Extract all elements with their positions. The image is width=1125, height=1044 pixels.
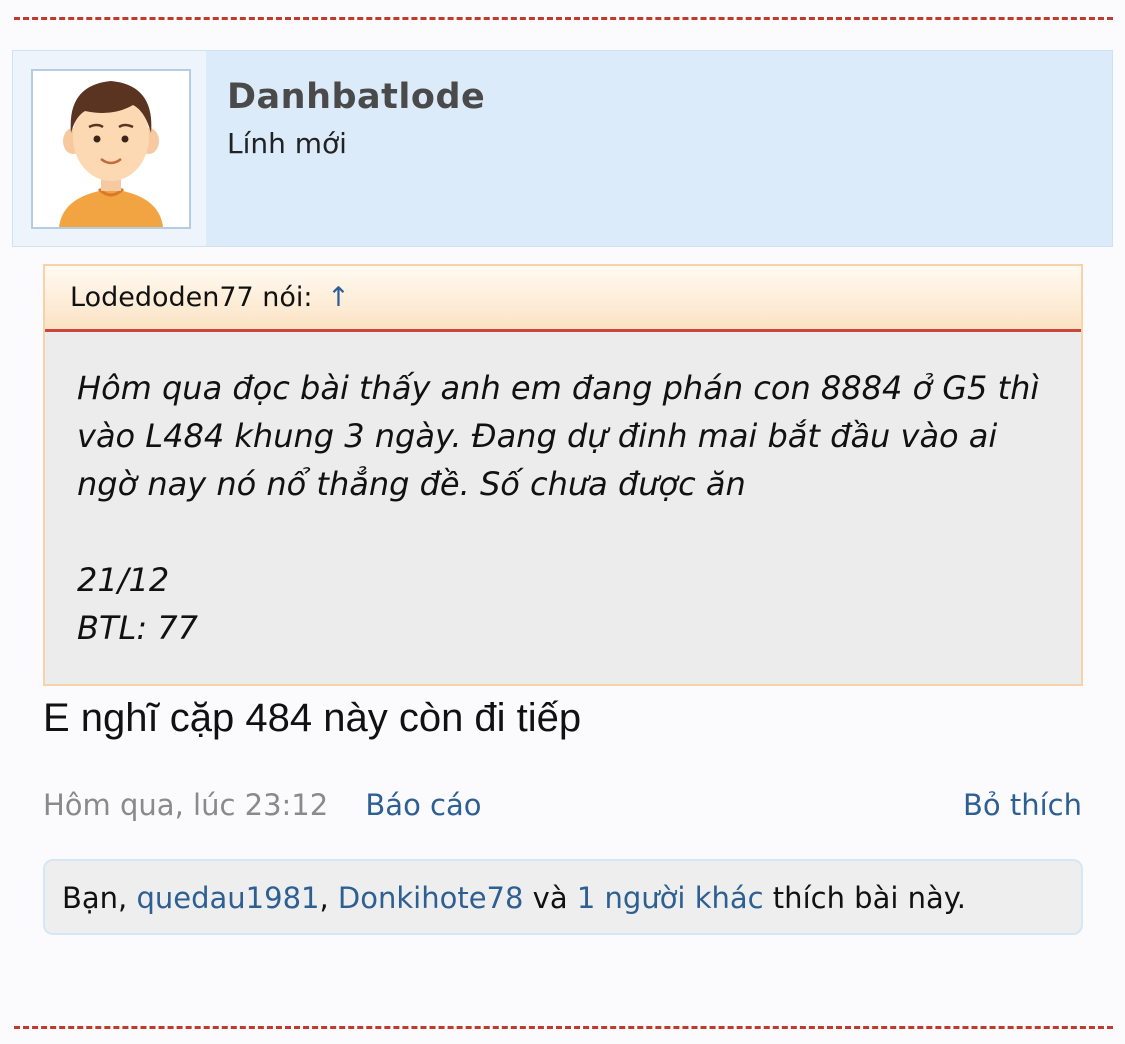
quote-date-line: 21/12 [77,561,170,599]
unlike-link[interactable]: Bỏ thích [963,788,1082,822]
quote-text-line: vào L484 khung 3 ngày. Đang dự đinh mai … [77,417,998,455]
post-divider-bottom [14,1026,1113,1029]
quote-author-label: Lodedoden77 nói: [70,282,313,313]
quote-spacer [77,508,1051,556]
quote-btl-line: BTL: 77 [77,609,198,647]
quote-author-line: Lodedoden77 nói: ↑ [70,282,350,313]
quote-header: Lodedoden77 nói: ↑ [45,266,1081,332]
post-timestamp[interactable]: Hôm qua, lúc 23:12 [43,788,328,822]
quote-text-line: ngờ nay nó nổ thẳng đề. Số chưa được ăn [77,465,746,503]
post-divider-top [14,17,1113,20]
likes-summary: Bạn, quedau1981, Donkihote78 và 1 người … [43,859,1083,935]
post-message: E nghĩ cặp 484 này còn đi tiếp [43,696,582,740]
post-meta-bar: Hôm qua, lúc 23:12 Báo cáo Bỏ thích [43,788,1082,828]
likes-separator: , [319,881,338,915]
quote-block: Lodedoden77 nói: ↑ Hôm qua đọc bài thấy … [43,264,1083,686]
avatar-panel [13,51,206,246]
liker-link-donkihote78[interactable]: Donkihote78 [338,881,524,915]
liker-link-quedau1981[interactable]: quedau1981 [136,881,319,915]
quote-jump-arrow-icon[interactable]: ↑ [327,282,350,313]
likes-suffix: thích bài này. [763,881,967,915]
avatar[interactable] [31,69,191,229]
user-header: Danhbatlode Lính mới [12,50,1113,247]
report-link[interactable]: Báo cáo [365,788,481,822]
likes-others-link[interactable]: 1 người khác [577,881,764,915]
likes-and: và [523,881,577,915]
username-link[interactable]: Danhbatlode [227,77,485,117]
default-male-avatar-icon [59,81,163,227]
likes-prefix: Bạn, [62,881,137,915]
quote-body: Hôm qua đọc bài thấy anh em đang phán co… [77,364,1051,652]
user-rank: Lính mới [227,127,347,160]
quote-text-line: Hôm qua đọc bài thấy anh em đang phán co… [77,369,1040,407]
likes-text: Bạn, quedau1981, Donkihote78 và 1 người … [62,881,966,915]
